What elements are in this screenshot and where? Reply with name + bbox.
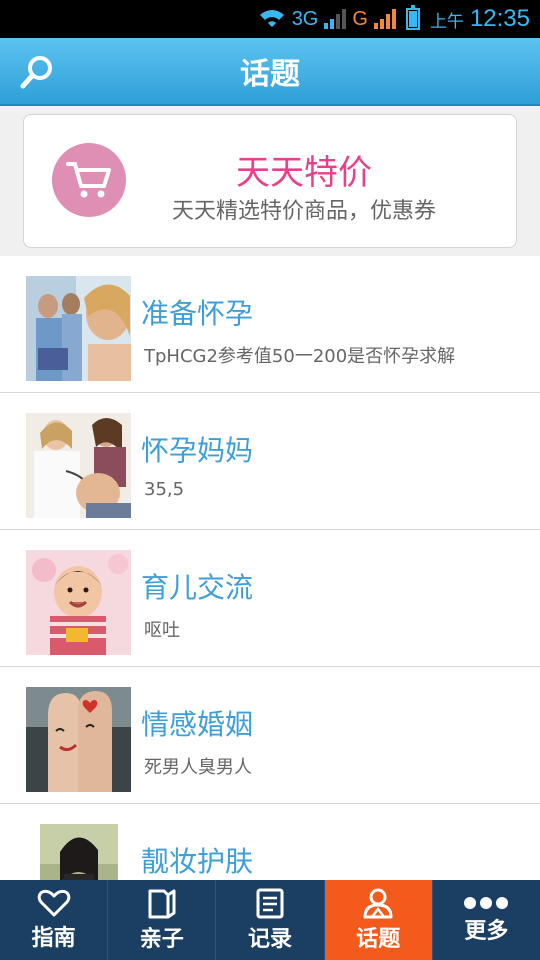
people-icon — [363, 888, 393, 919]
topic-title: 情感婚姻 — [141, 708, 254, 741]
nav-label: 记录 — [248, 927, 293, 952]
battery-icon — [405, 5, 420, 30]
nav-item-more[interactable]: 更多 — [433, 880, 540, 960]
topic-row-prepare-pregnancy[interactable]: 准备怀孕 TpHCG2参考值50一200是否怀孕求解 — [0, 256, 540, 393]
network-type-g: G — [352, 7, 368, 30]
topic-list: 准备怀孕 TpHCG2参考值50一200是否怀孕求解 怀孕妈妈 35,5 育儿交… — [0, 256, 540, 941]
topic-latest-post: 死男人臭男人 — [144, 757, 252, 778]
network-type-3g: 3G — [291, 7, 319, 30]
topic-row-parenting[interactable]: 育儿交流 呕吐 — [0, 530, 540, 667]
signal-icon-2 — [373, 9, 396, 29]
page-title: 话题 — [240, 57, 300, 92]
ampm-label: 上午 — [429, 11, 464, 31]
topic-title: 怀孕妈妈 — [141, 434, 254, 467]
topic-title: 准备怀孕 — [141, 297, 254, 330]
daily-deals-banner[interactable]: 天天特价 天天精选特价商品，优惠券 — [23, 114, 517, 248]
heart-icon — [37, 889, 70, 917]
topic-latest-post: 呕吐 — [144, 620, 180, 641]
promo-subtitle: 天天精选特价商品，优惠券 — [171, 199, 436, 224]
title-bar: 话题 — [0, 38, 540, 106]
topic-latest-post: 35,5 — [144, 479, 185, 500]
topic-thumbnail — [26, 687, 131, 792]
nav-label: 更多 — [464, 919, 509, 944]
nav-item-guide[interactable]: 指南 — [0, 880, 109, 960]
nav-item-topics[interactable]: 话题 — [324, 880, 433, 960]
topic-latest-post: TpHCG2参考值50一200是否怀孕求解 — [144, 346, 456, 367]
book-icon — [148, 889, 176, 919]
bottom-nav: 指南 亲子 记录 话题 更多 — [0, 880, 540, 960]
notes-icon — [256, 888, 284, 919]
topic-thumbnail — [26, 550, 131, 655]
topic-thumbnail — [26, 413, 131, 518]
promo-section: 天天特价 天天精选特价商品，优惠券 — [0, 106, 540, 256]
topic-row-love-marriage[interactable]: 情感婚姻 死男人臭男人 — [0, 667, 540, 804]
cart-icon — [52, 143, 126, 217]
status-bar: 3G G 上午 12:35 — [0, 0, 540, 38]
nav-label: 话题 — [356, 927, 401, 952]
topic-title: 育儿交流 — [141, 571, 254, 604]
clock: 12:35 — [469, 5, 530, 32]
promo-title: 天天特价 — [236, 153, 372, 193]
nav-label: 指南 — [31, 926, 76, 951]
signal-icon — [324, 9, 347, 29]
more-dots-icon — [464, 897, 509, 909]
wifi-icon — [259, 10, 284, 27]
topic-row-pregnant-mom[interactable]: 怀孕妈妈 35,5 — [0, 393, 540, 530]
topic-title: 靓妆护肤 — [141, 845, 254, 878]
nav-label: 亲子 — [139, 927, 184, 952]
nav-item-records[interactable]: 记录 — [216, 880, 325, 960]
search-icon[interactable] — [20, 54, 56, 90]
nav-item-parenting[interactable]: 亲子 — [108, 880, 217, 960]
topic-thumbnail — [26, 276, 131, 381]
